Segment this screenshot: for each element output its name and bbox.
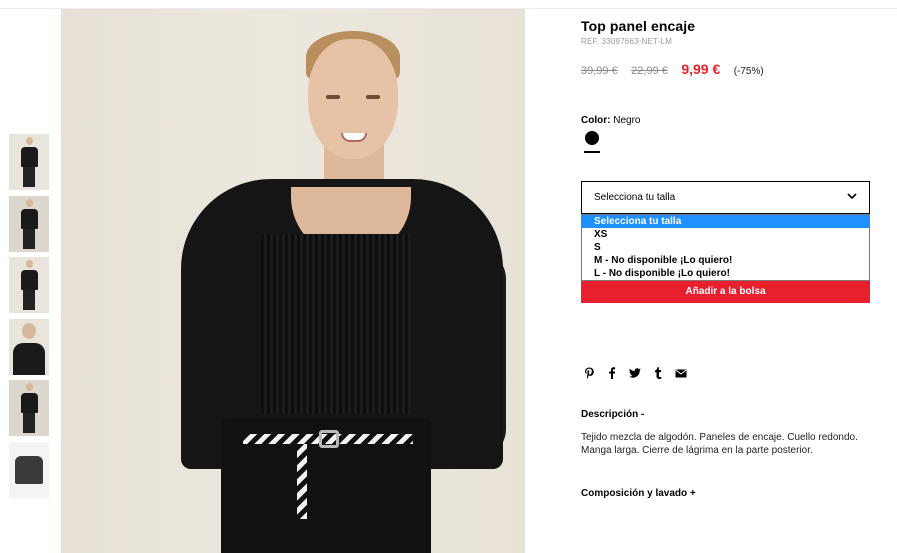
thumbnail-1[interactable] [9, 134, 49, 190]
swatch-selected-indicator [584, 151, 600, 153]
chevron-down-icon [847, 193, 857, 200]
price-current: 9,99 € [681, 61, 721, 77]
product-reference: REF. 33097663-NET-LM [581, 37, 673, 46]
thumbnail-5[interactable] [9, 380, 49, 436]
size-option-s[interactable]: S [582, 241, 869, 254]
thumbnail-3[interactable] [9, 257, 49, 313]
product-main-image [61, 9, 525, 553]
size-select-value: Selecciona tu talla [594, 192, 676, 203]
share-icons [583, 367, 687, 379]
size-option-l[interactable]: L - No disponible ¡Lo quiero! [582, 267, 869, 280]
size-option-m[interactable]: M - No disponible ¡Lo quiero! [582, 254, 869, 267]
product-title: Top panel encaje [581, 18, 696, 34]
color-label: Color: [581, 115, 611, 126]
pinterest-icon[interactable] [583, 367, 595, 379]
size-option-placeholder[interactable]: Selecciona tu talla [582, 215, 869, 228]
facebook-icon[interactable] [606, 367, 618, 379]
composition-heading[interactable]: Composición y lavado + [581, 488, 696, 499]
color-swatch-negro[interactable] [585, 131, 599, 145]
discount-badge: (-75%) [733, 66, 764, 77]
size-option-xs[interactable]: XS [582, 228, 869, 241]
price-previous: 22,99 € [631, 65, 668, 77]
thumbnail-6[interactable] [9, 441, 49, 498]
color-value: Negro [613, 115, 641, 126]
thumbnail-2[interactable] [9, 195, 49, 252]
thumbnail-4[interactable] [9, 318, 49, 375]
twitter-icon[interactable] [629, 367, 641, 379]
thumbnail-gallery [9, 134, 49, 503]
tumblr-icon[interactable] [652, 367, 664, 379]
price-original: 39,99 € [581, 65, 618, 77]
description-heading[interactable]: Descripción - [581, 409, 644, 420]
color-label-row: Color: Negro [581, 115, 640, 126]
price-row: 39,99 € 22,99 € 9,99 € (-75%) [581, 61, 764, 79]
size-dropdown-list: Selecciona tu talla XS S M - No disponib… [581, 214, 870, 281]
add-to-bag-button[interactable]: Añadir a la bolsa [581, 281, 870, 303]
description-text: Tejido mezcla de algodón. Paneles de enc… [581, 432, 858, 456]
size-select[interactable]: Selecciona tu talla [581, 181, 870, 214]
product-info-panel: Top panel encaje REF. 33097663-NET-LM 39… [581, 18, 881, 499]
email-icon[interactable] [675, 367, 687, 379]
